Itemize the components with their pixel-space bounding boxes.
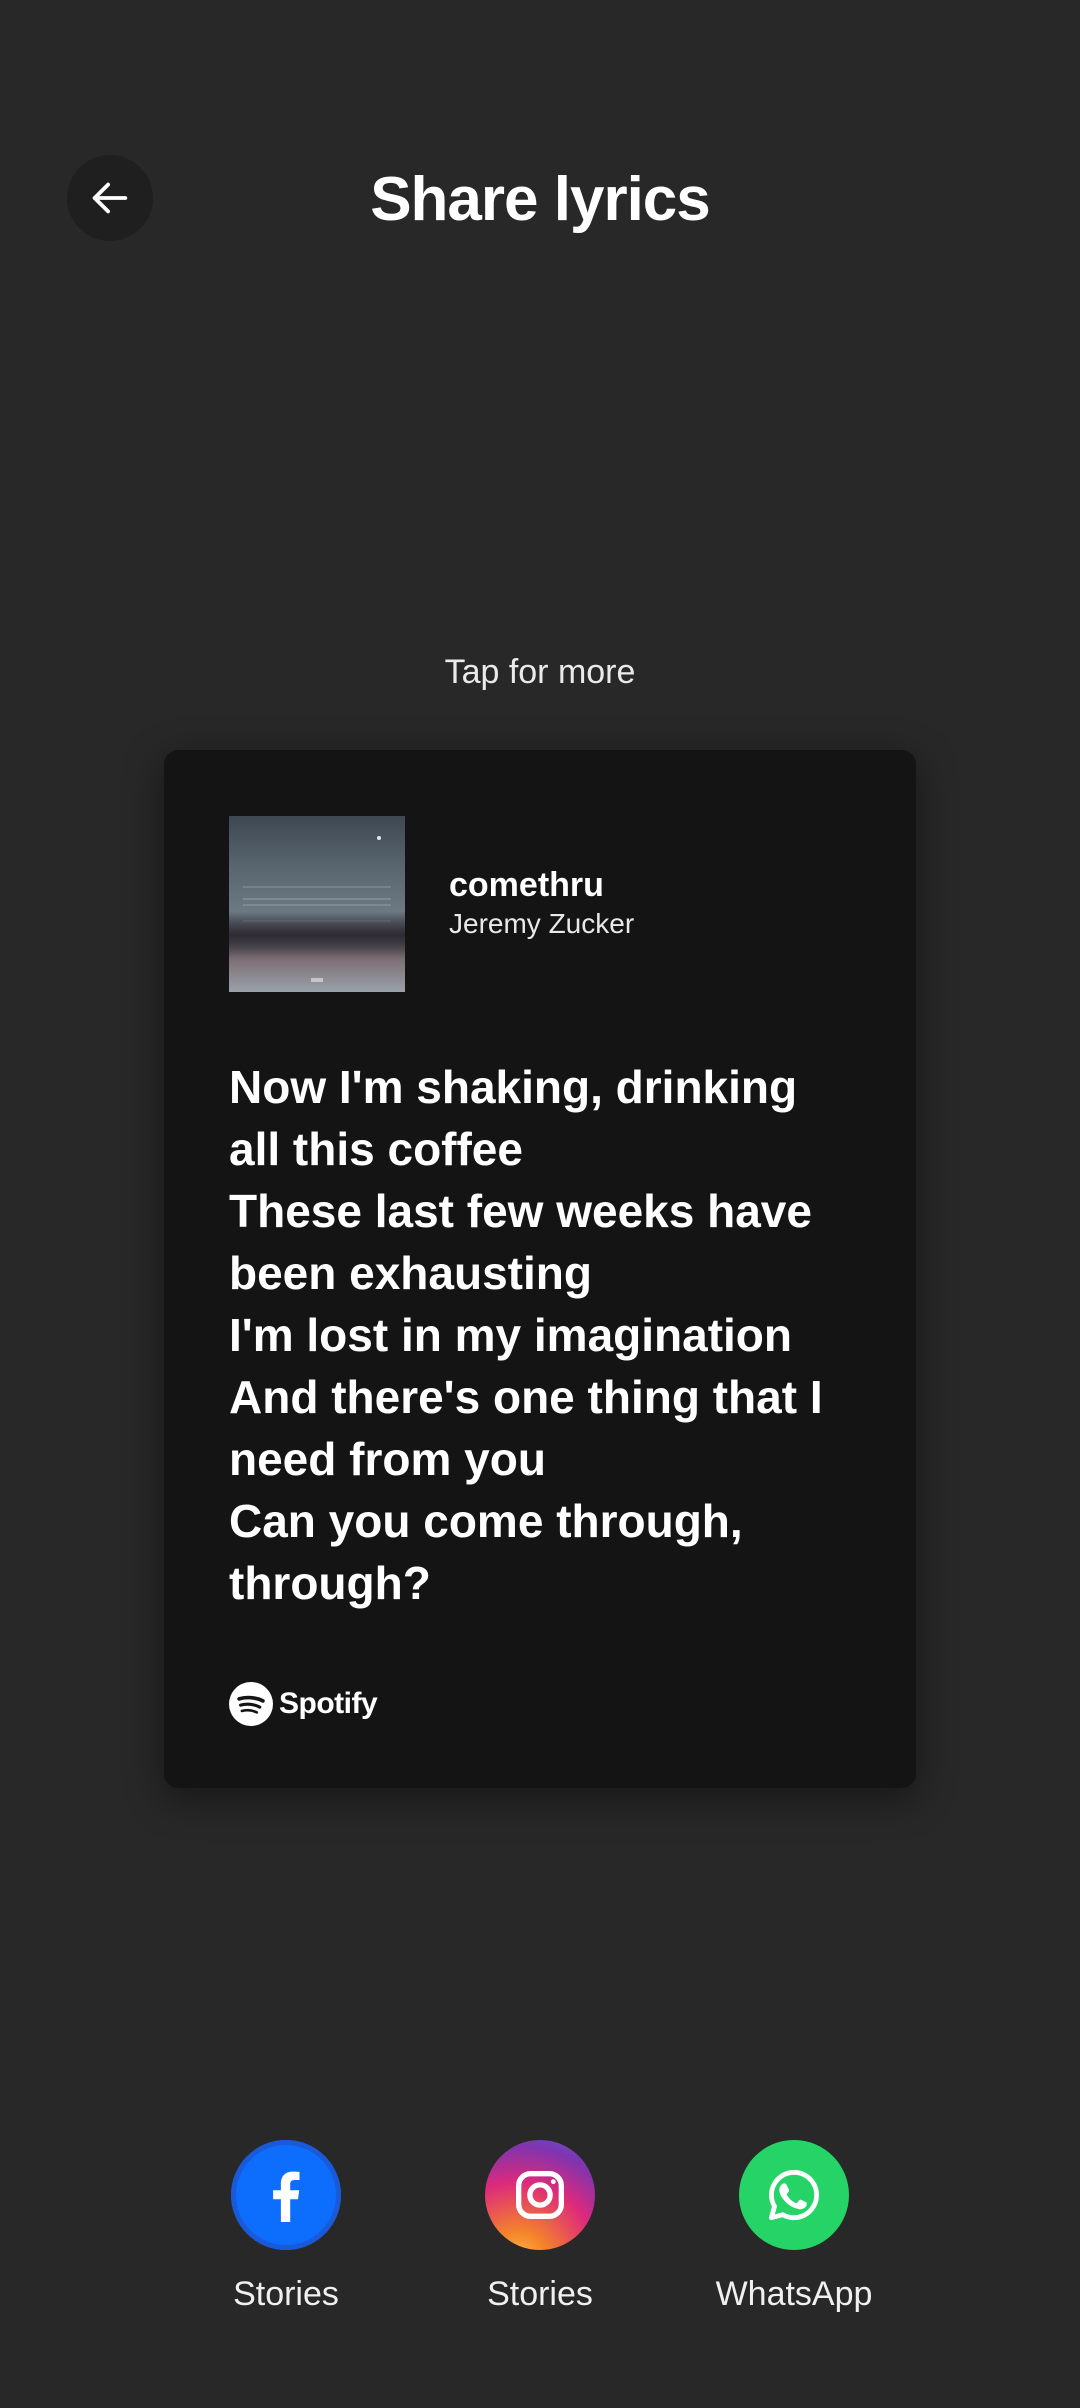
lyric-line: Now I'm shaking, drinking xyxy=(229,1061,798,1113)
spotify-logo: Spotify xyxy=(229,1682,378,1726)
lyrics-card[interactable]: comethru Jeremy Zucker Now I'm shaking, … xyxy=(164,750,916,1788)
share-instagram-stories[interactable]: Stories xyxy=(440,2140,640,2316)
share-label: WhatsApp xyxy=(715,2275,873,2313)
lyric-line: These last few weeks have xyxy=(229,1185,812,1237)
lyric-line: been exhausting xyxy=(229,1247,592,1299)
share-label: Stories xyxy=(487,2275,593,2313)
lyric-line: all this coffee xyxy=(229,1123,523,1175)
song-artist: Jeremy Zucker xyxy=(449,908,635,939)
lyric-line: I'm lost in my imagination xyxy=(229,1309,793,1361)
instagram-icon xyxy=(485,2140,595,2250)
page-title: Share lyrics xyxy=(370,165,711,234)
whatsapp-icon xyxy=(739,2140,849,2250)
song-title: comethru xyxy=(449,866,604,904)
share-facebook-stories[interactable]: Stories xyxy=(186,2140,386,2316)
spotify-icon xyxy=(229,1682,273,1726)
lyric-line: need from you xyxy=(229,1433,546,1485)
lyrics-text: Now I'm shaking, drinking all this coffe… xyxy=(229,1056,879,1614)
lyric-line: through? xyxy=(229,1557,431,1609)
facebook-icon xyxy=(231,2140,341,2250)
share-whatsapp[interactable]: WhatsApp xyxy=(694,2140,894,2316)
lyric-line: Can you come through, xyxy=(229,1495,743,1547)
share-label: Stories xyxy=(233,2275,339,2313)
lyric-line: And there's one thing that I xyxy=(229,1371,823,1423)
tap-for-more-hint[interactable]: Tap for more xyxy=(0,650,1080,694)
album-cover-image xyxy=(229,816,405,992)
spotify-wordmark: Spotify xyxy=(279,1687,378,1720)
